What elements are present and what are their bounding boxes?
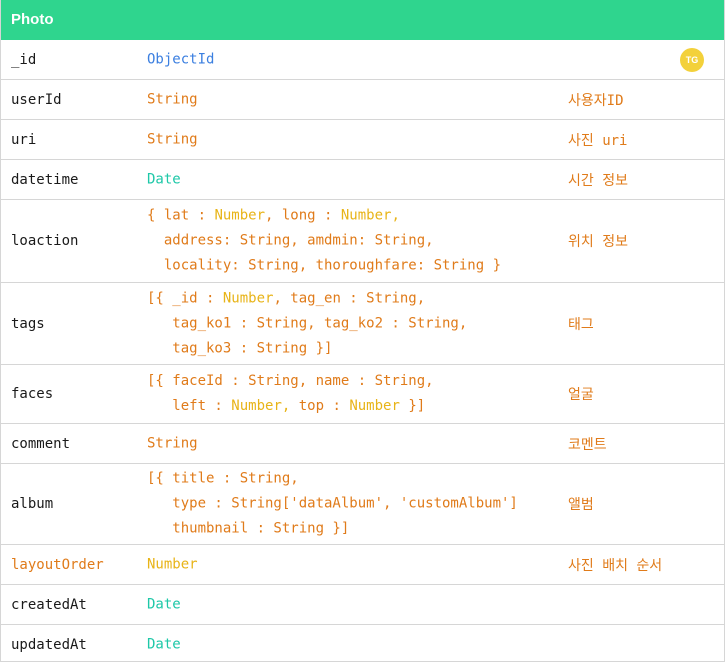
field-name: updatedAt (11, 637, 87, 653)
field-description: 코멘트 (568, 436, 607, 453)
field-type: Number (147, 556, 198, 572)
table-row: tags [{ _id : Number, tag_en : String, ta… (1, 283, 724, 365)
field-description: 앨범 (568, 497, 594, 513)
table-row: faces [{ faceId : String, name : String, … (1, 365, 724, 424)
table-row: createdAt Date (1, 585, 724, 625)
field-type: String (147, 435, 198, 451)
photo-schema-table: Photo _id ObjectId TG userId String 사용자ID uri S… (0, 0, 725, 662)
table-rows: _id ObjectId TG userId String 사용자ID uri String 사… (1, 40, 724, 665)
field-type: [{ title : String, type : String['dataAl… (147, 470, 518, 537)
table-row: layoutOrder Number 사진 배치 순서 (1, 545, 724, 585)
field-name: tags (11, 315, 45, 332)
field-type: [{ faceId : String, name : String, left … (147, 373, 434, 414)
field-name: faces (11, 386, 54, 402)
table-row: uri String 사진 uri (1, 120, 724, 160)
table-row: userId String 사용자ID (1, 80, 724, 120)
field-description: 위치 정보 (568, 234, 628, 250)
field-name: layoutOrder (11, 556, 104, 573)
table-row: album [{ title : String, type : String['d… (1, 464, 724, 545)
field-description: 사진 uri (568, 132, 628, 149)
field-type: Date (147, 171, 181, 187)
field-name: uri (11, 131, 37, 148)
table-row: updatedAt Date (1, 625, 724, 665)
field-type: [{ _id : Number, tag_en : String, tag_ko… (147, 290, 468, 356)
table-row: loaction { lat : Number, long : Number, a… (1, 200, 724, 283)
field-type: String (147, 131, 198, 147)
field-description: 사용자ID (568, 92, 624, 109)
field-name: userId (11, 91, 62, 108)
field-description: 태그 (568, 316, 594, 333)
field-description: 얼굴 (568, 387, 594, 403)
field-name: album (11, 496, 54, 512)
field-name: createdAt (11, 596, 87, 613)
field-description: 시간 정보 (568, 172, 628, 189)
field-type: ObjectId (147, 51, 215, 67)
field-description: 사진 배치 순서 (568, 557, 663, 574)
table-row: comment String 코멘트 (1, 424, 724, 464)
field-name: loaction (11, 233, 79, 249)
table-row: _id ObjectId TG (1, 40, 724, 80)
field-type: { lat : Number, long : Number, address: … (147, 207, 502, 274)
avatar-badge[interactable]: TG (680, 47, 704, 72)
field-type: Date (147, 636, 181, 653)
table-title: Photo (1, 0, 724, 40)
field-name: _id (11, 51, 37, 68)
field-type: String (147, 91, 198, 107)
field-name: datetime (11, 171, 79, 188)
table-row: datetime Date 시간 정보 (1, 160, 724, 200)
field-name: comment (11, 435, 71, 452)
field-type: Date (147, 596, 181, 612)
